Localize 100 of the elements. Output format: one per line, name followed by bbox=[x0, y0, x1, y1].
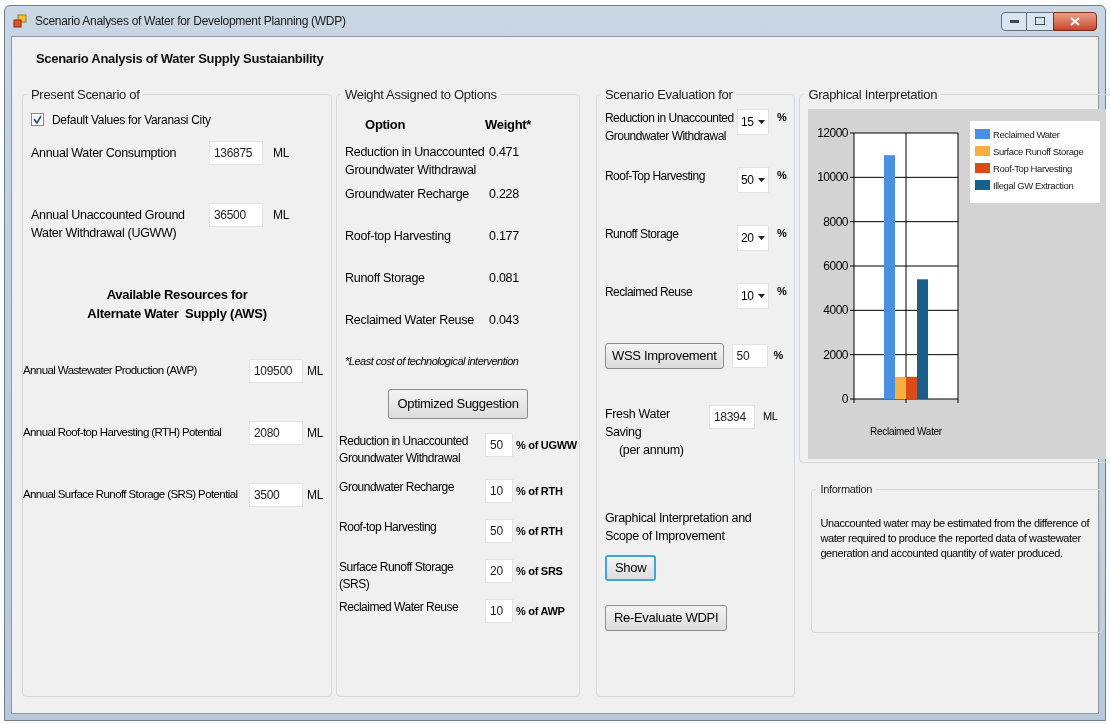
weight-value: 0.043 bbox=[489, 311, 519, 329]
unit-label: % bbox=[776, 225, 787, 241]
input-field[interactable]: 50 bbox=[485, 433, 514, 457]
close-icon bbox=[1070, 16, 1080, 26]
unit-label: % bbox=[776, 167, 787, 183]
weight-value: 0.081 bbox=[489, 269, 519, 287]
unit-label: % of RTH bbox=[516, 484, 563, 499]
dropdown[interactable]: 15 bbox=[736, 108, 769, 135]
input-field[interactable]: 36500 bbox=[209, 202, 263, 227]
option-name: Reduction in Unaccounted Groundwater Withdrawal bbox=[339, 433, 469, 467]
input-field[interactable]: 3500 bbox=[249, 482, 303, 507]
push-button[interactable]: Re-Evaluate WDPI bbox=[604, 604, 728, 631]
maximize-icon bbox=[1035, 17, 1045, 25]
legend-label: Surface Runoff Storage bbox=[993, 145, 1084, 157]
field-label: Fresh Water Saving bbox=[604, 405, 671, 441]
axis-tick-label: 0 bbox=[842, 391, 849, 406]
unit-label: % of RTH bbox=[516, 524, 563, 539]
axis-tick-label: 12000 bbox=[817, 125, 849, 140]
dropdown[interactable]: 20 bbox=[736, 224, 769, 251]
unit-label: % bbox=[773, 348, 783, 364]
input-field[interactable]: 109500 bbox=[249, 358, 303, 383]
option-name: Reduction in Unaccounted Groundwater Withdrawal bbox=[345, 143, 486, 179]
axis-tick-label: 8000 bbox=[823, 214, 849, 229]
input-field[interactable]: 10 bbox=[485, 479, 514, 503]
push-button[interactable]: Optimized Suggestion bbox=[388, 389, 528, 419]
input-field[interactable]: 136875 bbox=[209, 140, 263, 165]
section-heading: Alternate Water Supply (AWS) bbox=[87, 305, 267, 323]
checkbox-label: Default Values for Varanasi City bbox=[52, 111, 211, 129]
column-header: Option bbox=[364, 115, 407, 134]
option-name: Reclaimed Reuse bbox=[604, 283, 694, 301]
minimize-icon bbox=[1009, 19, 1019, 23]
push-button[interactable]: Show bbox=[604, 554, 657, 581]
option-name: Surface Runoff Storage (SRS) bbox=[339, 559, 455, 593]
form-heading: Scenario Analysis of Water Supply Sustaianbility bbox=[36, 50, 325, 68]
option-name: Groundwater Recharge bbox=[339, 479, 455, 496]
field-label: Annual Water Consumption bbox=[31, 144, 178, 162]
field-label: Annual Wastewater Production (AWP) bbox=[23, 362, 198, 378]
app-icon bbox=[13, 14, 27, 28]
field-label: (per annum) bbox=[617, 441, 685, 459]
section-heading: Available Resources for bbox=[106, 285, 248, 304]
axis-tick-label: 4000 bbox=[823, 302, 849, 317]
column-header: Weight* bbox=[485, 115, 532, 134]
unit-label: ML bbox=[307, 486, 324, 504]
option-name: Reduction in Unaccounted Groundwater Withdrawal bbox=[604, 109, 735, 145]
unit-label: ML bbox=[273, 206, 290, 224]
input-field[interactable]: 10 bbox=[485, 599, 514, 623]
unit-label: ML bbox=[762, 408, 778, 424]
caret-icon bbox=[757, 119, 765, 124]
information-text: Unaccounted water may be estimated from the difference of water required to produce the reported data of wastewater generation and accounted quantity of water produced. bbox=[820, 515, 1091, 561]
unit-label: % bbox=[776, 283, 787, 299]
option-name: Groundwater Recharge bbox=[345, 185, 470, 203]
input-field[interactable]: 20 bbox=[485, 559, 514, 583]
field-label: Annual Unaccounted Ground Water Withdrawal (UGWW) bbox=[31, 206, 186, 242]
legend-label: Reclaimed Water bbox=[993, 128, 1060, 140]
weight-value: 0.228 bbox=[489, 185, 519, 203]
caret-icon bbox=[757, 293, 765, 298]
field-label: Annual Roof-top Harvesting (RTH) Potential bbox=[23, 424, 223, 440]
unit-label: ML bbox=[307, 424, 324, 442]
caret-icon bbox=[757, 235, 765, 240]
option-name: Reclaimed Water Reuse bbox=[339, 599, 460, 616]
push-button[interactable]: WSS Improvement bbox=[604, 342, 724, 369]
input-field[interactable]: 50 bbox=[731, 344, 768, 368]
dropdown[interactable]: 50 bbox=[736, 166, 769, 193]
minimize-button[interactable] bbox=[1001, 11, 1027, 31]
group-title: Weight Assigned to Options bbox=[344, 86, 498, 104]
unit-label: % bbox=[776, 109, 787, 125]
group-title: Information bbox=[819, 482, 874, 497]
group-title: Scenario Evaluation for bbox=[603, 86, 734, 104]
legend-label: Illegal GW Extraction bbox=[993, 179, 1074, 191]
input-field[interactable]: 2080 bbox=[249, 420, 303, 445]
dropdown[interactable]: 10 bbox=[736, 282, 769, 309]
caret-icon bbox=[757, 177, 765, 182]
window-title: Scenario Analyses of Water for Development Planning (WDP) bbox=[35, 13, 346, 30]
group-title: Graphical Interpretation bbox=[807, 86, 939, 104]
close-button[interactable] bbox=[1053, 11, 1097, 31]
group-title: Present Scenario of bbox=[30, 86, 141, 104]
section-label: Graphical Interpretation and Scope of Improvement bbox=[604, 509, 753, 545]
weight-value: 0.177 bbox=[489, 227, 519, 245]
axis-tick-label: 10000 bbox=[817, 169, 849, 184]
option-name: Runoff Storage bbox=[345, 269, 426, 287]
axis-tick-label: 6000 bbox=[823, 258, 849, 273]
unit-label: % of AWP bbox=[516, 604, 565, 619]
maximize-button[interactable] bbox=[1027, 11, 1053, 31]
input-field[interactable]: 50 bbox=[485, 519, 514, 543]
legend-label: Roof-Top Harvesting bbox=[993, 162, 1073, 174]
option-name: Reclaimed Water Reuse bbox=[345, 311, 475, 329]
option-name: Roof-top Harvesting bbox=[339, 519, 438, 536]
checkbox[interactable] bbox=[31, 113, 44, 126]
input-field[interactable]: 18394 bbox=[708, 404, 755, 429]
option-name: Roof-Top Harvesting bbox=[604, 167, 706, 185]
axis-tick-label: 2000 bbox=[823, 347, 849, 362]
option-name: Roof-top Harvesting bbox=[345, 227, 452, 245]
option-name: Runoff Storage bbox=[604, 225, 680, 243]
unit-label: ML bbox=[273, 144, 290, 162]
unit-label: % of UGWW bbox=[516, 438, 577, 453]
unit-label: % of SRS bbox=[516, 564, 563, 579]
footnote: *Least cost of technological intervention bbox=[345, 353, 520, 369]
check-icon bbox=[33, 115, 42, 124]
weight-value: 0.471 bbox=[489, 143, 519, 161]
category-label: Reclaimed Water bbox=[870, 425, 943, 437]
